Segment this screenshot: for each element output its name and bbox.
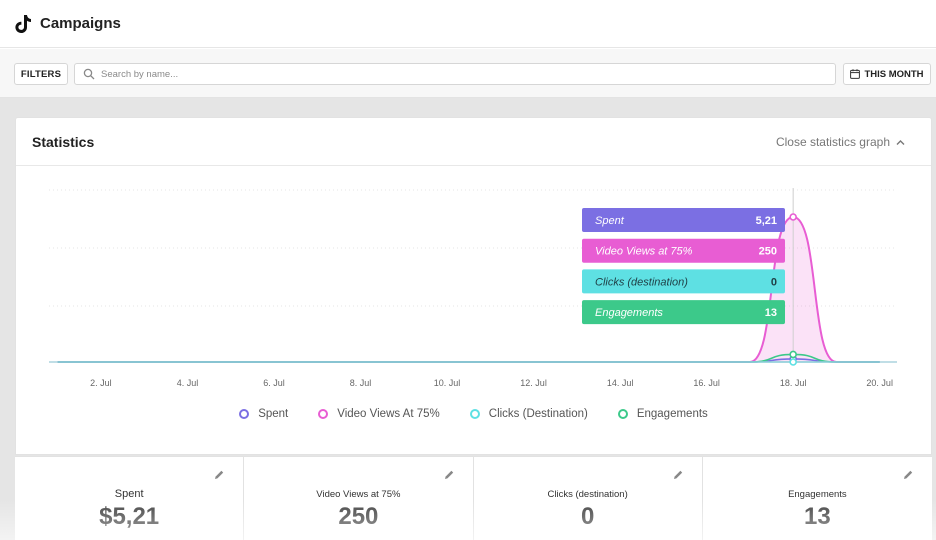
legend-item[interactable]: Engagements — [617, 408, 708, 420]
point-video-views-at-75- — [789, 213, 797, 221]
legend-marker-icon — [239, 409, 250, 419]
tooltip-label: Engagements — [595, 307, 663, 319]
kpi-value: 250 — [338, 503, 379, 530]
tooltip-label: Video Views at 75% — [595, 246, 693, 258]
filters-button[interactable]: FILTERS — [14, 63, 68, 85]
pencil-icon[interactable] — [213, 469, 225, 481]
legend-marker-icon — [469, 409, 480, 419]
x-tick-label: 10. Jul — [434, 378, 461, 388]
statistics-title: Statistics — [32, 134, 95, 150]
pencil-icon[interactable] — [902, 469, 914, 481]
kpi-label: Spent — [114, 488, 144, 500]
kpi-label: Video Views at 75% — [316, 489, 401, 500]
pencil-icon[interactable] — [443, 469, 455, 481]
kpi-value: 13 — [804, 503, 831, 530]
pencil-icon[interactable] — [672, 469, 684, 481]
legend-marker-icon — [617, 409, 628, 419]
legend-marker-icon — [318, 409, 329, 419]
kpi-label: Clicks (destination) — [547, 489, 628, 500]
search-input[interactable] — [101, 68, 821, 80]
kpi-row: Spent $5,21 Video Views at 75% 250 Clicks (d… — [15, 456, 932, 540]
chevron-up-icon — [896, 139, 905, 145]
tooltip-label: Spent — [595, 215, 625, 227]
close-statistics-label: Close statistics graph — [775, 135, 890, 149]
kpi-card: Spent $5,21 — [15, 457, 245, 540]
kpi-card: Video Views at 75% 250 — [244, 457, 474, 540]
kpi-value: 0 — [580, 503, 595, 530]
x-tick-label: 20. Jul — [866, 378, 893, 388]
tooltip-value: 0 — [771, 276, 777, 288]
tiktok-logo-icon — [15, 14, 31, 33]
x-tick-label: 16. Jul — [693, 378, 720, 388]
legend-label: Video Views At 75% — [337, 408, 440, 420]
legend-label: Spent — [258, 408, 289, 420]
kpi-card: Clicks (destination) 0 — [474, 457, 703, 540]
date-range-button[interactable]: THIS MONTH — [843, 63, 931, 85]
legend-item[interactable]: Clicks (Destination) — [469, 408, 588, 420]
x-tick-label: 2. Jul — [90, 378, 112, 388]
x-tick-label: 18. Jul — [780, 378, 807, 388]
legend-label: Clicks (Destination) — [488, 408, 588, 420]
kpi-card: Engagements 13 — [703, 457, 932, 540]
x-tick-label: 12. Jul — [520, 378, 547, 388]
x-tick-label: 14. Jul — [607, 378, 634, 388]
tooltip-value: 250 — [759, 246, 777, 258]
chart-legend: Spent Video Views At 75% Clicks (Destinati… — [15, 400, 932, 428]
tooltip-value: 13 — [765, 307, 777, 319]
legend-item[interactable]: Video Views At 75% — [318, 408, 440, 420]
legend-label: Engagements — [636, 408, 708, 420]
search-icon — [83, 68, 95, 80]
point-engagements — [789, 350, 797, 359]
calendar-icon — [850, 69, 861, 79]
tooltip-label: Clicks (destination) — [595, 276, 688, 288]
legend-item[interactable]: Spent — [239, 408, 288, 420]
search-box[interactable] — [74, 63, 836, 85]
date-range-label: THIS MONTH — [864, 68, 924, 80]
point-clicks-destination- — [789, 358, 797, 366]
x-tick-label: 8. Jul — [350, 378, 372, 388]
tooltip-value: 5,21 — [756, 215, 777, 227]
statistics-chart[interactable]: 2. Jul 4. Jul 6. Jul 8. Jul 10. Jul 12. Jul 14… — [15, 166, 932, 400]
kpi-value: $5,21 — [99, 503, 160, 530]
statistics-header: Statistics Close statistics graph — [16, 118, 931, 166]
page-title: Campaigns — [40, 15, 121, 32]
toolbar: FILTERS THIS MONTH — [0, 49, 936, 98]
close-statistics-graph-button[interactable]: Close statistics graph — [776, 135, 905, 149]
x-tick-label: 6. Jul — [263, 378, 285, 388]
x-tick-label: 4. Jul — [177, 378, 199, 388]
kpi-label: Engagements — [788, 489, 847, 500]
app-header: Campaigns — [0, 0, 936, 48]
